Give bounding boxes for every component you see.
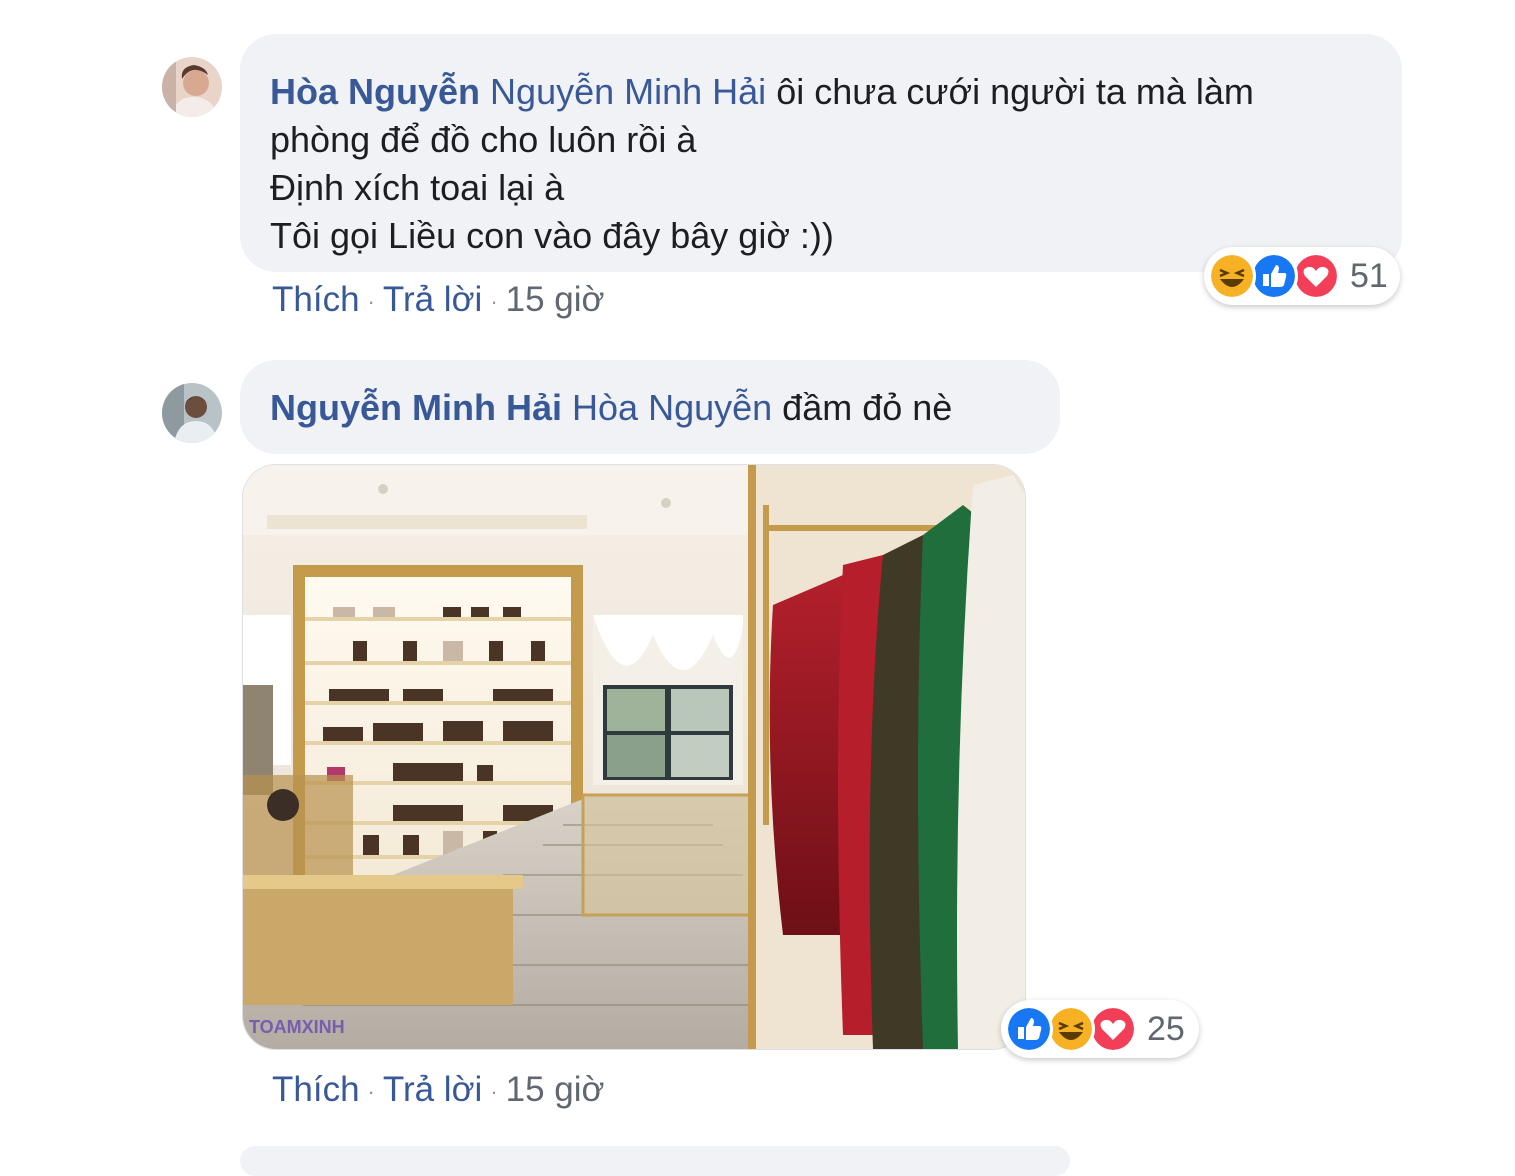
- separator-dot: ·: [490, 1078, 498, 1104]
- comment-text-line: phòng để đồ cho luôn rồi à: [270, 119, 697, 160]
- comment-attached-photo[interactable]: TOAMXINH: [242, 464, 1026, 1050]
- like-icon: [1250, 252, 1298, 300]
- photo-watermark: TOAMXINH: [249, 1017, 345, 1037]
- next-comment-bubble: [240, 1146, 1070, 1176]
- reactions-summary[interactable]: 25: [1001, 1000, 1199, 1058]
- comment-text: ôi chưa cưới người ta mà làm: [766, 71, 1254, 112]
- avatar[interactable]: [162, 383, 222, 443]
- comment-mention[interactable]: Hòa Nguyễn: [572, 387, 772, 428]
- comment-author[interactable]: Nguyễn Minh Hải: [270, 387, 562, 428]
- like-icon: [1005, 1005, 1053, 1053]
- comment-text-line: Định xích toai lại à: [270, 167, 565, 208]
- comment-text-line: Tôi gọi Liều con vào đây bây giờ :)): [270, 215, 834, 256]
- comment-actions: Thích · Trả lời · 15 giờ: [272, 280, 605, 322]
- comment-text: đầm đỏ nè: [772, 387, 953, 428]
- reaction-count: 51: [1350, 257, 1388, 295]
- reactions-summary[interactable]: 51: [1204, 247, 1400, 305]
- comment-timestamp[interactable]: 15 giờ: [506, 1070, 605, 1109]
- reply-link[interactable]: Trả lời: [383, 1070, 482, 1109]
- reply-link[interactable]: Trả lời: [383, 280, 482, 319]
- like-link[interactable]: Thích: [272, 280, 360, 319]
- love-icon: [1292, 252, 1340, 300]
- comment-timestamp[interactable]: 15 giờ: [506, 280, 605, 319]
- comment-actions: Thích · Trả lời · 15 giờ: [272, 1070, 605, 1112]
- comment-bubble: Hòa Nguyễn Nguyễn Minh Hải ôi chưa cưới …: [240, 34, 1402, 272]
- love-icon: [1089, 1005, 1137, 1053]
- separator-dot: ·: [367, 288, 375, 314]
- haha-icon: [1047, 1005, 1095, 1053]
- separator-dot: ·: [367, 1078, 375, 1104]
- like-link[interactable]: Thích: [272, 1070, 360, 1109]
- haha-icon: [1208, 252, 1256, 300]
- comment-bubble: Nguyễn Minh Hải Hòa Nguyễn đầm đỏ nè: [240, 360, 1060, 454]
- reaction-count: 25: [1147, 1010, 1185, 1048]
- comment-author[interactable]: Hòa Nguyễn: [270, 71, 480, 112]
- separator-dot: ·: [490, 288, 498, 314]
- avatar[interactable]: [162, 57, 222, 117]
- comment-mention[interactable]: Nguyễn Minh Hải: [490, 71, 766, 112]
